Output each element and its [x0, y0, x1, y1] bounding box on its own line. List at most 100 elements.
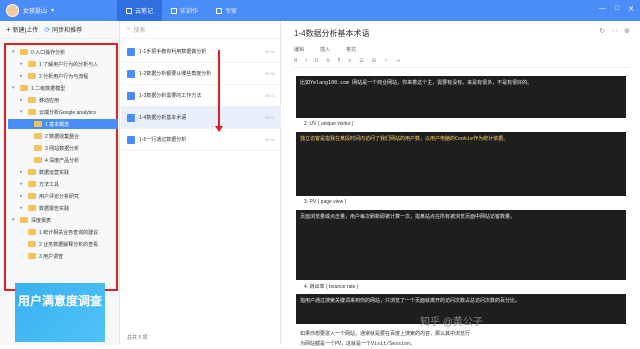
content-text-block: 如果你想要进入一个网站，通常就是要在百度上搜索的内容，那么其中浏览行为网站都是一…	[296, 327, 476, 347]
tree-label: 云端分析Google analytics	[39, 109, 96, 116]
tab-cloud-notes[interactable]: 云笔记	[117, 0, 163, 21]
chevron-down-icon[interactable]: ▾	[20, 109, 25, 115]
sidebar: + 新建|上传 ⟳ 同步和推荐 ▾ 0 入口操作分析 ▸ 1 了解用户行为的分析与入 ▸…	[0, 21, 120, 345]
tree-folder[interactable]: ▸ 2 分析用户行为与流程	[20, 71, 88, 81]
tree-label: 深度报表	[31, 217, 52, 224]
chevron-right-icon[interactable]: ▸	[20, 61, 25, 67]
list-item[interactable]: 1-2数据分析都要从哪些角度分析 08-01	[121, 63, 281, 85]
paragraph-icon[interactable]: ¶	[338, 58, 341, 67]
table-icon[interactable]: ⊞	[372, 58, 376, 67]
maximize-icon[interactable]: □	[615, 5, 619, 13]
tree-folder[interactable]: 3 用户调查	[28, 251, 63, 261]
tree-folder[interactable]: 3 网站数据分析	[34, 143, 79, 153]
close-icon[interactable]: ✕	[628, 5, 634, 13]
more-icon[interactable]: ⋯	[611, 27, 618, 35]
tree-folder[interactable]: ▸ 1 了解用户行为的分析与入	[20, 59, 98, 69]
tree-folder[interactable]: ▸ 用户评论分析研究	[20, 191, 79, 201]
content-image: 页面浏览量或点击量，用户每次刷新即被计算一次，指某站点在所有被浏览页面中网站访客…	[296, 210, 626, 280]
tree-label: 1 统计相关业务查询的建议	[39, 229, 99, 236]
tree-folder[interactable]: ▸ 方法工具	[20, 179, 59, 189]
tree-label: 2 业务数据解释分析的查看	[39, 241, 99, 248]
bold-icon[interactable]: B	[294, 58, 297, 67]
tree-folder[interactable]: 2 数据收集整合	[34, 131, 79, 141]
folder-icon	[28, 73, 36, 79]
link-icon[interactable]: ∞	[396, 58, 400, 67]
content-text: 独立访客是指我在某段时间内访问了我们网站的用户数，以用户电脑的Cookie作为统…	[300, 136, 509, 142]
note-count: 总共 5 项	[127, 335, 148, 341]
folder-icon	[28, 181, 36, 187]
chevron-down-icon[interactable]: ▾	[12, 85, 17, 91]
tree-label: 3 用户调查	[39, 253, 64, 260]
chevron-right-icon[interactable]: ▸	[20, 193, 25, 199]
tree-folder[interactable]: 4 深度产品分析	[34, 155, 79, 165]
search-bar[interactable]: ⌕ 搜索	[121, 21, 280, 39]
tree-folder[interactable]: ▾ 1 二级数据模型	[12, 83, 65, 93]
list-item[interactable]: 1-3数据分析需要的工作方法 08-01	[121, 85, 281, 107]
tab-training[interactable]: 实训作	[162, 0, 207, 21]
refresh-icon[interactable]: ↻	[599, 27, 605, 35]
tree-folder[interactable]: ▾ 深度报表	[12, 215, 51, 225]
tree-label: 4 深度产品分析	[45, 157, 80, 164]
sync-label: 同步和推荐	[52, 28, 83, 34]
folder-icon	[28, 97, 36, 103]
flag-icon[interactable]: ⚐	[384, 58, 388, 67]
tree-folder[interactable]: ▾ 0 入口操作分析	[12, 47, 65, 57]
note-date: 08-01	[264, 93, 275, 98]
plus-icon: +	[6, 25, 11, 34]
folder-icon	[34, 133, 42, 139]
folder-icon	[28, 109, 36, 115]
underline-icon[interactable]: U	[315, 58, 319, 67]
list-icon[interactable]: ☰	[359, 58, 363, 67]
search-placeholder: 搜索	[133, 28, 146, 34]
editor-tabs: 编辑 插入 格式	[294, 46, 356, 53]
username: 女孩挺山	[23, 9, 48, 15]
chevron-down-icon[interactable]: ▾	[12, 49, 17, 55]
content-image: 比如Yelang100.com 网站是一个商业网站，你来着这个主，需要有没有。来…	[296, 76, 626, 118]
avatar[interactable]	[6, 4, 19, 17]
new-upload-button[interactable]: + 新建|上传	[6, 25, 38, 34]
chevron-down-icon[interactable]: ▾	[51, 7, 54, 14]
tree-folder[interactable]: ▸ 数据报告实践	[20, 203, 69, 213]
tab-insert[interactable]: 插入	[320, 46, 330, 53]
chevron-right-icon[interactable]: ▸	[20, 73, 25, 79]
folder-icon	[28, 229, 36, 235]
chevron-right-icon[interactable]: ▸	[20, 169, 25, 175]
page-title[interactable]: 1-4数据分析基本术语	[294, 28, 370, 39]
tree-label: 数据报告实践	[39, 205, 70, 212]
share-icon[interactable]: ⊕	[624, 27, 630, 35]
tab-edit[interactable]: 编辑	[294, 46, 304, 53]
note-title: 1-4数据分析基本术语	[139, 115, 187, 121]
survey-banner[interactable]: 用户满意度调查	[15, 283, 105, 342]
list-item[interactable]: 1-1手把手教你利用数据做分析 08-01	[121, 41, 281, 63]
italic-icon[interactable]: I	[305, 58, 306, 67]
note-title: 1-5一行通过数据分析	[139, 137, 187, 143]
tree-label: 移动应用	[39, 97, 60, 104]
note-icon	[127, 135, 135, 144]
chevron-down-icon[interactable]: ▾	[12, 217, 17, 223]
folder-icon	[28, 241, 36, 247]
tree-folder[interactable]: 1 统计相关业务查询的建议	[28, 227, 98, 237]
minimize-icon[interactable]: —	[599, 5, 606, 13]
tab-experts[interactable]: 专家	[207, 0, 246, 21]
content-image: 独立访客是指我在某段时间内访问了我们网站的用户数，以用户电脑的Cookie作为统…	[296, 132, 626, 196]
align-icon[interactable]: ≡	[348, 58, 351, 67]
new-label: 新建|上传	[12, 28, 39, 34]
tree-folder[interactable]: ▾ 云端分析Google analytics	[20, 107, 96, 117]
tab-label: 实训作	[180, 9, 199, 15]
chevron-right-icon[interactable]: ▸	[20, 181, 25, 187]
tree-label: 方法工具	[39, 181, 60, 188]
tree-folder[interactable]: ▸ 移动应用	[20, 95, 59, 105]
chevron-right-icon[interactable]: ▸	[20, 97, 25, 103]
sync-button[interactable]: ⟳ 同步和推荐	[44, 25, 83, 35]
tree-folder[interactable]: ▸ 数据运营实践	[20, 167, 69, 177]
strike-icon[interactable]: S	[326, 58, 329, 67]
sync-icon: ⟳	[44, 26, 51, 34]
chevron-right-icon[interactable]: ▸	[20, 205, 25, 211]
list-item-selected[interactable]: 1-4数据分析基本术语 08-01	[121, 107, 281, 129]
list-item[interactable]: 1-5一行通过数据分析 08-01	[121, 129, 281, 151]
watermark: 知乎 @黄公子	[420, 317, 483, 328]
tree-folder-selected[interactable]: 1 基本概念	[8, 119, 118, 129]
tab-format[interactable]: 格式	[346, 46, 356, 53]
user-info[interactable]: 女孩挺山 ▾	[6, 4, 54, 17]
tree-folder[interactable]: 2 业务数据解释分析的查看	[28, 239, 98, 249]
